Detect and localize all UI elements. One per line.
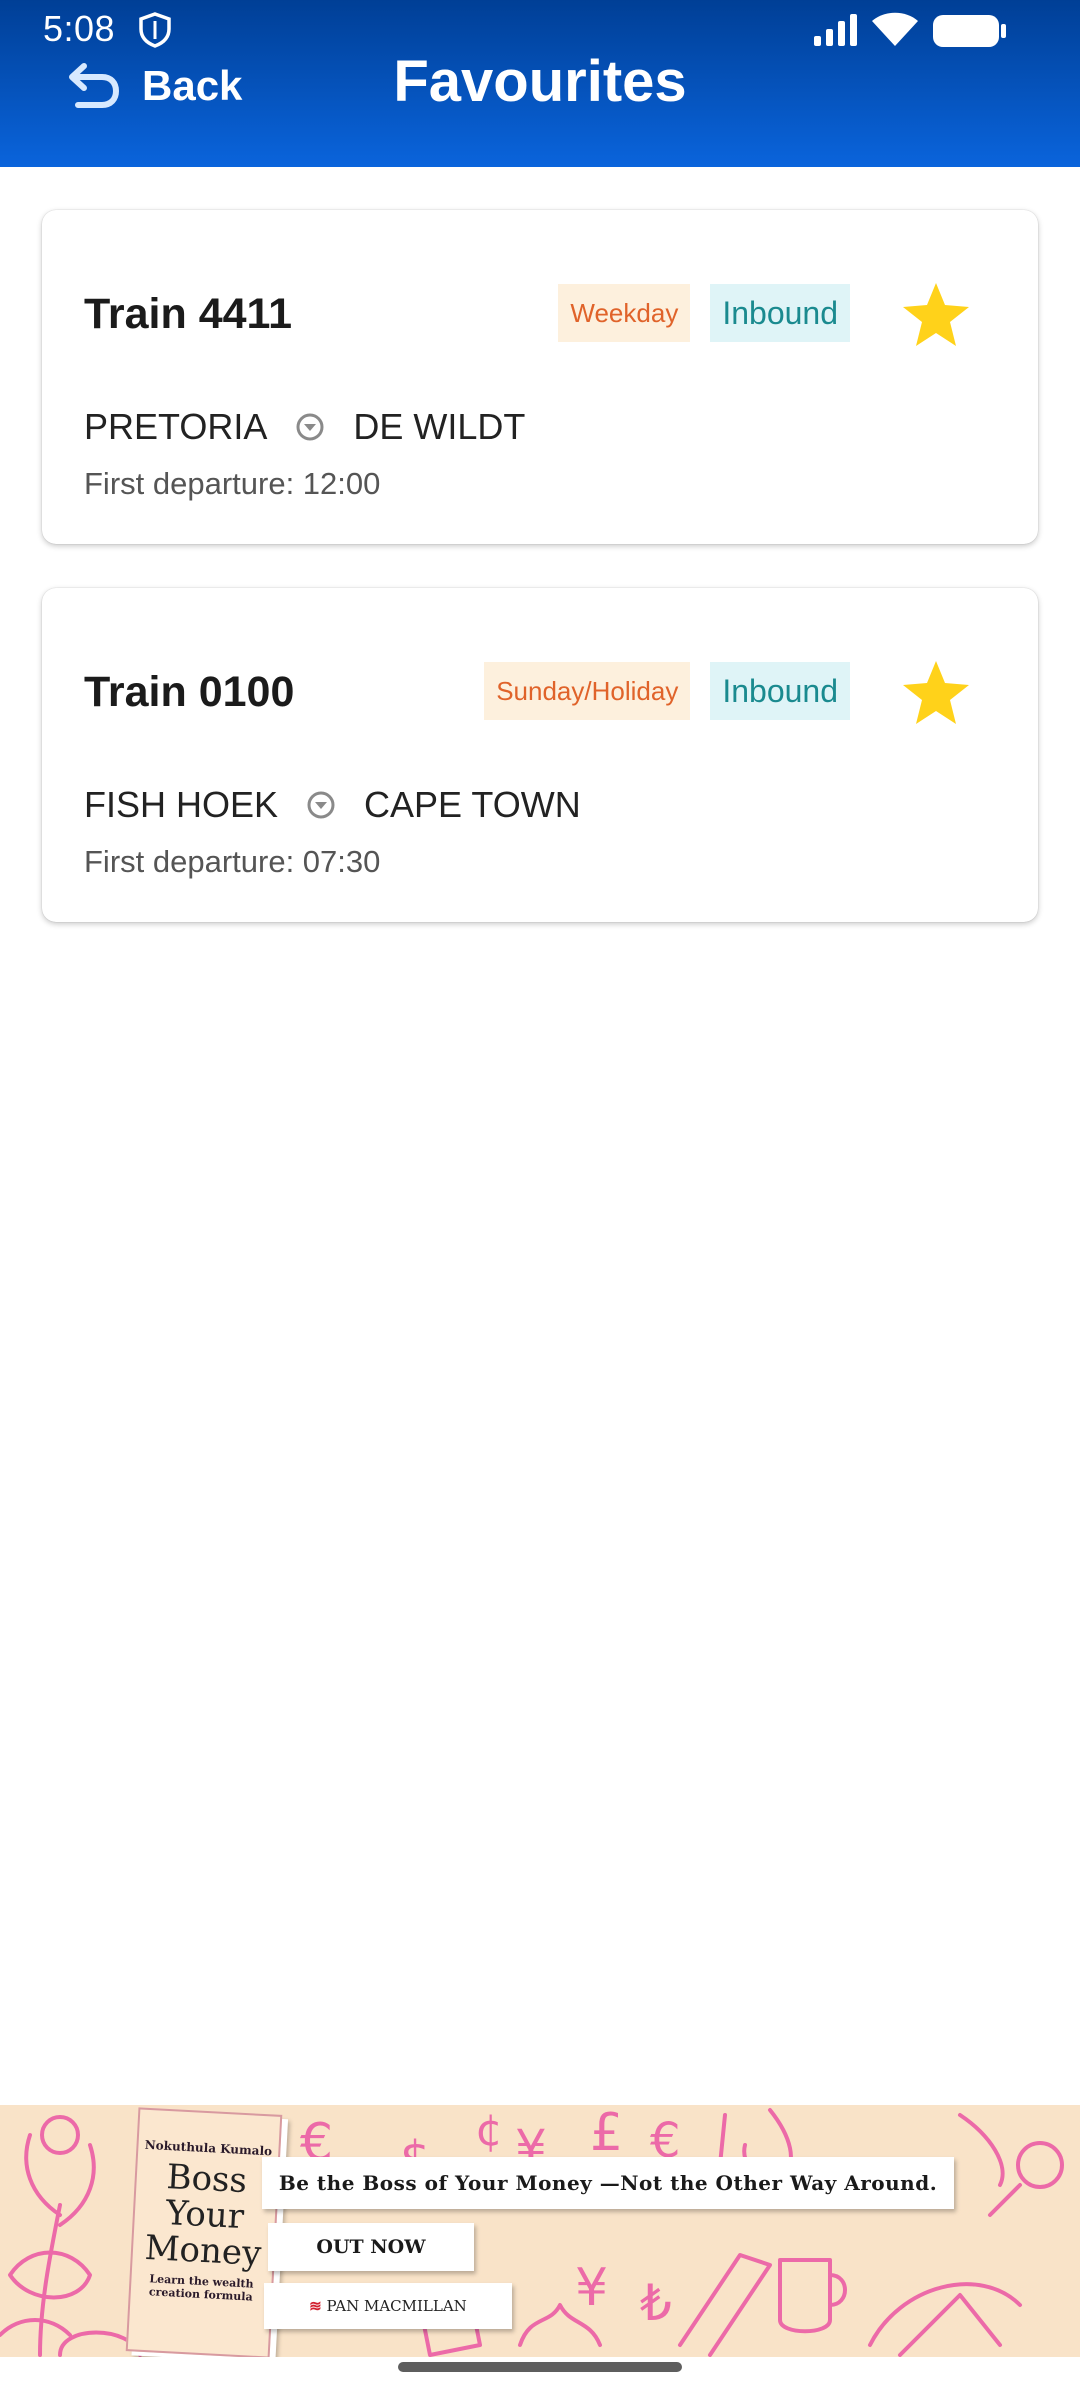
page-title: Favourites	[393, 49, 687, 114]
ad-cta-button[interactable]: OUT NOW	[268, 2223, 474, 2271]
svg-text:₺: ₺	[640, 2274, 672, 2332]
chevron-down-circle-icon	[307, 791, 335, 819]
star-icon[interactable]	[900, 658, 972, 728]
home-indicator[interactable]	[398, 2362, 682, 2372]
ad-book-author: Nokuthula Kumalo	[144, 2137, 273, 2159]
status-time: 5:08	[43, 8, 116, 49]
svg-text:¢: ¢	[475, 2105, 503, 2156]
chevron-down-circle-icon	[296, 413, 324, 441]
signal-icon	[812, 12, 860, 53]
ad-banner[interactable]: € $ ¢ ¥ £ € ¥ ₺	[0, 2105, 1080, 2357]
favourite-card[interactable]: Train 0100 Sunday/Holiday Inbound FISH H…	[42, 588, 1038, 922]
publisher-logo-icon: ≋	[309, 2297, 322, 2315]
route: FISH HOEK CAPE TOWN	[84, 784, 581, 826]
ad-book-subtitle: Learn the wealth creation formula	[148, 2272, 254, 2304]
ad-book-title: Boss Your Money	[136, 2157, 273, 2274]
train-name: Train 0100	[84, 668, 295, 716]
wifi-icon	[870, 10, 920, 53]
route: PRETORIA DE WILDT	[84, 406, 525, 448]
first-departure: First departure: 07:30	[84, 844, 381, 879]
day-badge: Weekday	[558, 284, 691, 342]
day-badge: Sunday/Holiday	[484, 662, 691, 720]
route-to: DE WILDT	[353, 406, 526, 447]
svg-text:£: £	[590, 2105, 623, 2163]
route-to: CAPE TOWN	[364, 784, 581, 825]
ad-tagline: Be the Boss of Your Money —Not the Other…	[262, 2157, 954, 2209]
ad-publisher-name: PAN MACMILLAN	[326, 2297, 467, 2315]
shield-icon	[138, 12, 172, 53]
badge-row: Sunday/Holiday Inbound	[464, 662, 850, 720]
direction-badge: Inbound	[710, 284, 850, 342]
first-departure: First departure: 12:00	[84, 466, 381, 501]
direction-badge: Inbound	[710, 662, 850, 720]
route-from: PRETORIA	[84, 406, 268, 447]
app-header: 5:08 Back Favourites	[0, 0, 1080, 167]
ad-book-title-line: Money	[143, 2227, 263, 2274]
train-name: Train 4411	[84, 290, 292, 338]
ad-book-cover: Nokuthula Kumalo Boss Your Money Learn t…	[125, 2107, 283, 2357]
badge-row: Weekday Inbound	[538, 284, 850, 342]
favourite-card[interactable]: Train 4411 Weekday Inbound PRETORIA DE W…	[42, 210, 1038, 544]
star-icon[interactable]	[900, 280, 972, 350]
ad-publisher: ≋ PAN MACMILLAN	[264, 2283, 512, 2329]
svg-text:¥: ¥	[575, 2258, 608, 2318]
route-from: FISH HOEK	[84, 784, 279, 825]
